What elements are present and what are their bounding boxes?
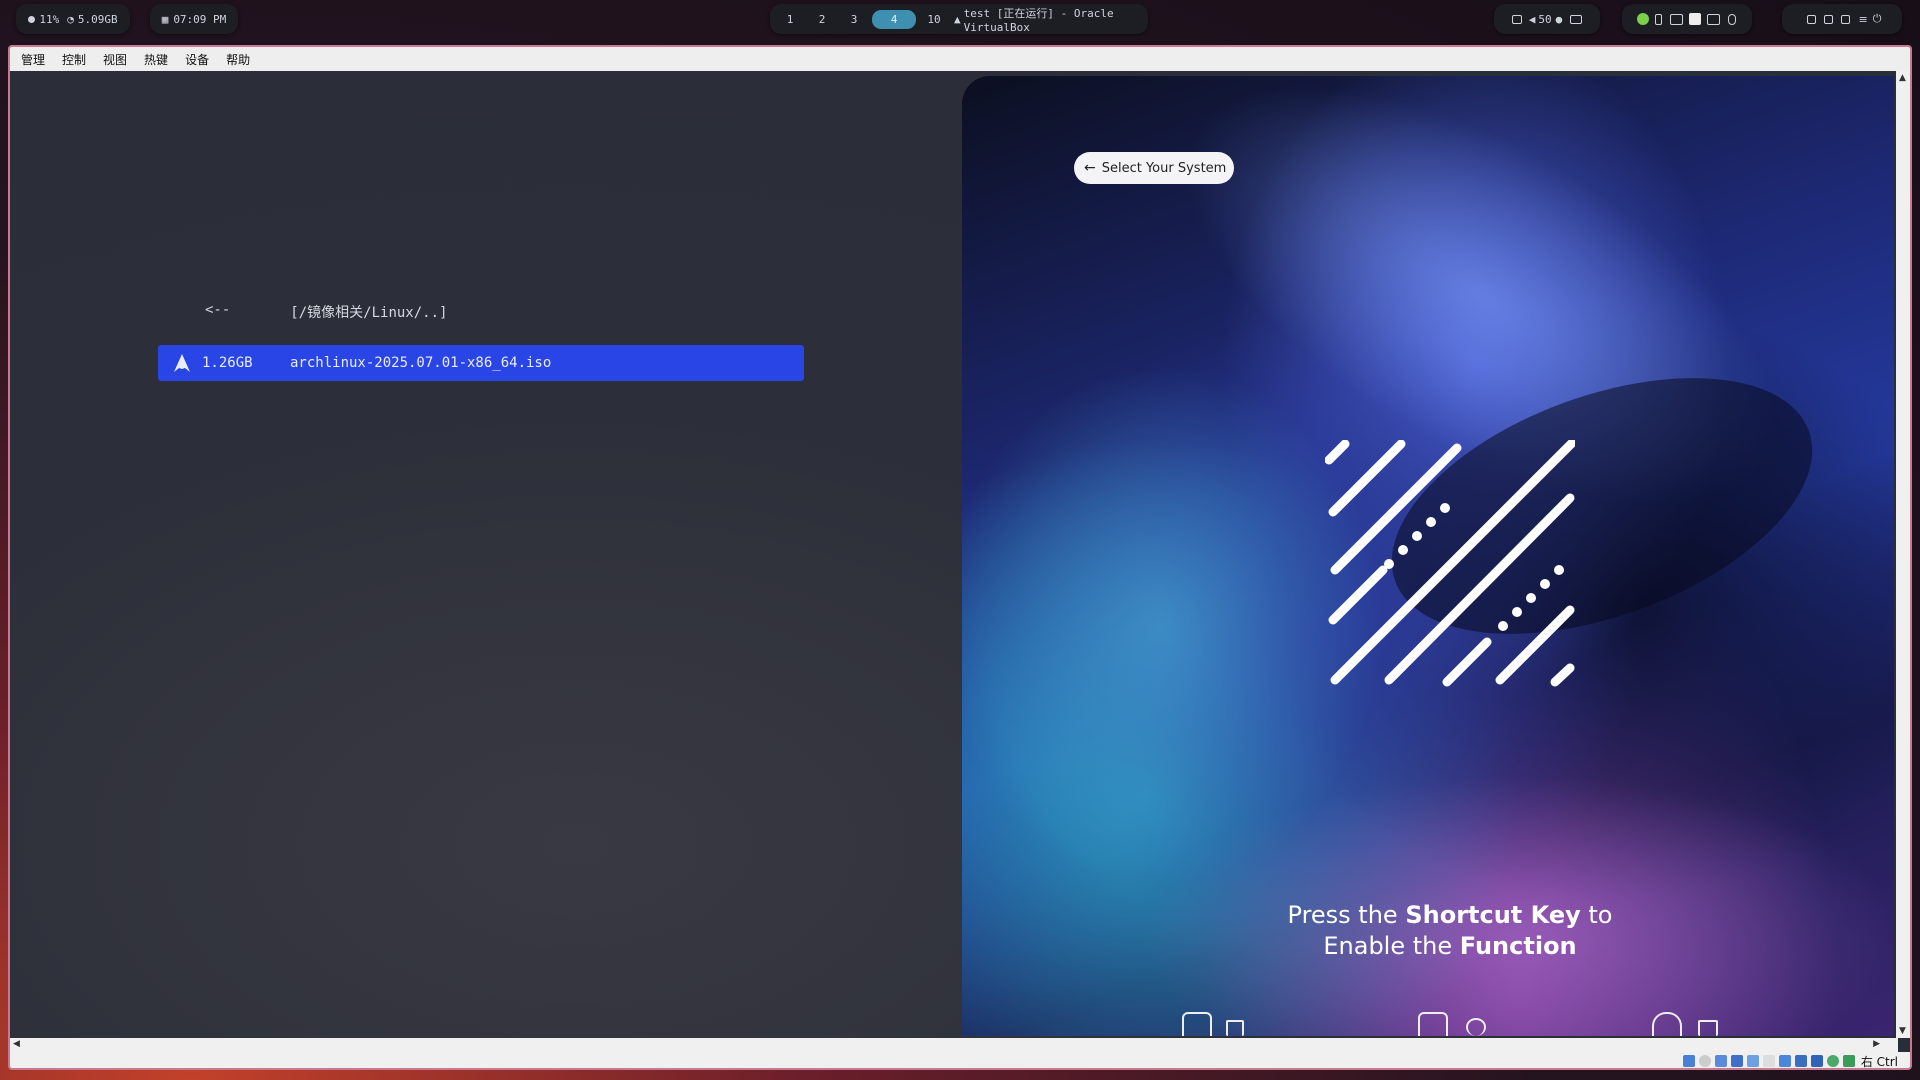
arrow-left-icon: ← (1084, 160, 1096, 176)
text-mode-icon[interactable] (1418, 1012, 1448, 1036)
hint-text-2: to (1580, 901, 1613, 929)
mouse-icon[interactable] (1727, 13, 1736, 25)
cpu-icon (28, 15, 36, 23)
host-key-label: 右 Ctrl (1860, 1054, 1898, 1069)
iso-filename: archlinux-2025.07.01-x86_64.iso (290, 355, 552, 371)
shortcut-icons-row (0, 1012, 1920, 1042)
screen-icon (1511, 14, 1522, 24)
menu-icon[interactable]: ≡ (1859, 13, 1868, 26)
workspace-2[interactable]: 2 (808, 10, 836, 29)
play-icon[interactable] (1688, 13, 1701, 25)
volume-level: 50 (1538, 12, 1552, 26)
arch-logo-icon (174, 354, 190, 372)
memory-usage: 5.09GB (77, 12, 118, 26)
iso-size: 1.26GB (202, 355, 253, 371)
scroll-up-icon[interactable]: ▲ (1899, 73, 1906, 83)
notification-icon[interactable] (1806, 14, 1816, 24)
workspace-1[interactable]: 1 (776, 10, 804, 29)
terminal-icon[interactable] (1698, 1020, 1718, 1036)
arch-icon: ▲ (954, 12, 961, 26)
wechat-icon[interactable] (1636, 13, 1649, 25)
select-system-label: Select Your System (1101, 160, 1227, 176)
ventoy-logo-icon (1325, 440, 1575, 687)
workspace-3[interactable]: 3 (840, 10, 868, 29)
hint-text-3: Enable the (1323, 932, 1460, 960)
workspace-10[interactable]: 10 (920, 10, 948, 29)
optical-drive-icon[interactable] (1698, 1055, 1711, 1067)
mouse-integration-icon[interactable] (1842, 1055, 1855, 1067)
window-title: test [正在运行] - Oracle VirtualBox (963, 6, 1114, 34)
power-icon[interactable]: ⏻ (1873, 12, 1882, 26)
refresh-icon[interactable] (1652, 1012, 1682, 1036)
image-icon[interactable] (1226, 1020, 1244, 1036)
workspace-4[interactable]: 4 (872, 9, 916, 29)
workspace-switcher: 1 2 3 4 10 (770, 9, 954, 29)
hard-disk-icon[interactable] (1682, 1055, 1695, 1067)
virtualization-icon[interactable] (1810, 1055, 1823, 1067)
system-monitor[interactable]: 11% ◔ 5.09GB (16, 4, 130, 34)
hint-bold-1: Shortcut Key (1405, 901, 1581, 929)
selected-iso-row[interactable]: 1.26GB archlinux-2025.07.01-x86_64.iso (158, 345, 804, 381)
clock-time: 07:09 PM (173, 12, 227, 26)
parent-directory-row[interactable]: <-- [/镜像相关/Linux/..] (205, 302, 447, 322)
copy-icon[interactable] (1840, 14, 1850, 24)
workspace-bar: 1 2 3 4 10 ▲ test [正在运行] - Oracle Virtua… (770, 4, 1148, 34)
parent-path: [/镜像相关/Linux/..] (290, 305, 448, 321)
menu-control[interactable]: 控制 (56, 51, 92, 68)
settings-icon[interactable] (1466, 1018, 1486, 1036)
select-system-button[interactable]: ← Select Your System (1074, 152, 1234, 184)
audio-icon[interactable] (1714, 1055, 1727, 1067)
recording-icon[interactable] (1794, 1055, 1807, 1067)
phone-icon[interactable] (1654, 13, 1662, 25)
keyboard-icon (1570, 14, 1583, 24)
audio-widget[interactable]: ◀ 50 ● (1494, 4, 1600, 34)
menu-view[interactable]: 视图 (97, 51, 133, 68)
vertical-scrollbar[interactable]: ▲ ▼ (1896, 71, 1910, 1038)
cpu-status-icon[interactable] (1826, 1055, 1839, 1067)
tray-actions: ≡ ⏻ (1782, 4, 1902, 34)
menu-hotkey[interactable]: 热键 (138, 51, 174, 68)
cpu-usage: 11% (39, 12, 60, 26)
clock-widget[interactable]: ▦ 07:09 PM (150, 4, 238, 34)
display-icon[interactable] (1778, 1055, 1791, 1067)
top-bar: 11% ◔ 5.09GB ▦ 07:09 PM 1 2 3 4 10 ▲ tes… (0, 0, 1920, 40)
menu-devices[interactable]: 设备 (179, 51, 215, 68)
enter-key-icon[interactable] (1182, 1012, 1212, 1036)
usb-icon[interactable] (1746, 1055, 1759, 1067)
calendar-icon: ▦ (161, 12, 169, 26)
speaker-icon: ◀ (1528, 12, 1536, 26)
system-tray (1622, 4, 1752, 34)
shortcut-hint: Press the Shortcut Key to Enable the Fun… (1200, 900, 1700, 962)
window-icon[interactable] (1669, 13, 1683, 25)
shared-folder-icon[interactable] (1762, 1055, 1775, 1067)
hint-bold-2: Function (1459, 932, 1577, 960)
layout-icon[interactable] (1823, 14, 1833, 24)
memory-icon: ◔ (67, 12, 74, 26)
input-method-icon[interactable] (1706, 13, 1720, 25)
parent-arrow: <-- (205, 302, 231, 318)
hint-text-1: Press the (1287, 901, 1406, 929)
vm-status-bar: 右 Ctrl (10, 1052, 1910, 1069)
network-icon[interactable] (1730, 1055, 1743, 1067)
vm-menu-bar: 管理 控制 视图 热键 设备 帮助 (10, 47, 1910, 71)
microphone-icon: ● (1555, 12, 1563, 26)
menu-manage[interactable]: 管理 (15, 51, 51, 68)
menu-help[interactable]: 帮助 (220, 51, 256, 68)
